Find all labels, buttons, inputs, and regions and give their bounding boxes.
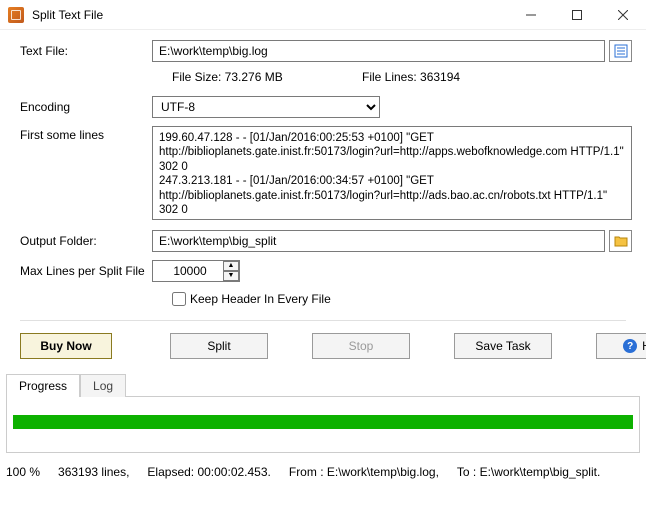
help-button[interactable]: ? Help [596, 333, 646, 359]
max-lines-up-button[interactable]: ▲ [223, 261, 239, 271]
first-lines-label: First some lines [14, 126, 152, 142]
keep-header-label: Keep Header In Every File [190, 292, 331, 306]
browse-output-folder-button[interactable] [609, 230, 632, 252]
file-lines-label: File Lines: 363194 [362, 70, 460, 84]
split-button[interactable]: Split [170, 333, 268, 359]
buy-now-button[interactable]: Buy Now [20, 333, 112, 359]
preview-textarea[interactable]: 199.60.47.128 - - [01/Jan/2016:00:25:53 … [152, 126, 632, 220]
minimize-button[interactable] [508, 0, 554, 30]
close-button[interactable] [600, 0, 646, 30]
file-size-label: File Size: 73.276 MB [172, 70, 362, 84]
tab-log[interactable]: Log [80, 374, 126, 397]
divider [20, 320, 626, 321]
encoding-label: Encoding [14, 100, 152, 114]
status-from: From : E:\work\temp\big.log, [289, 465, 439, 479]
output-folder-label: Output Folder: [14, 234, 152, 248]
status-bar: 100 % 363193 lines, Elapsed: 00:00:02.45… [0, 459, 646, 485]
keep-header-checkbox[interactable] [172, 292, 186, 306]
status-percent: 100 % [6, 465, 40, 479]
text-file-label: Text File: [14, 44, 152, 58]
folder-icon [614, 235, 628, 247]
tab-body [6, 397, 640, 453]
status-lines: 363193 lines, [58, 465, 129, 479]
browse-text-file-button[interactable] [609, 40, 632, 62]
help-icon: ? [623, 339, 637, 353]
max-lines-label: Max Lines per Split File [14, 264, 152, 278]
encoding-select[interactable]: UTF-8 [152, 96, 380, 118]
text-file-input[interactable] [152, 40, 605, 62]
titlebar: Split Text File [0, 0, 646, 30]
output-folder-input[interactable] [152, 230, 605, 252]
window-title: Split Text File [32, 8, 508, 22]
status-to: To : E:\work\temp\big_split. [457, 465, 600, 479]
app-icon [8, 7, 24, 23]
stop-button[interactable]: Stop [312, 333, 410, 359]
document-icon [614, 44, 628, 58]
max-lines-down-button[interactable]: ▼ [223, 271, 239, 281]
save-task-button[interactable]: Save Task [454, 333, 552, 359]
status-elapsed: Elapsed: 00:00:02.453. [147, 465, 270, 479]
maximize-button[interactable] [554, 0, 600, 30]
tab-progress[interactable]: Progress [6, 374, 80, 397]
progress-bar [13, 415, 633, 429]
